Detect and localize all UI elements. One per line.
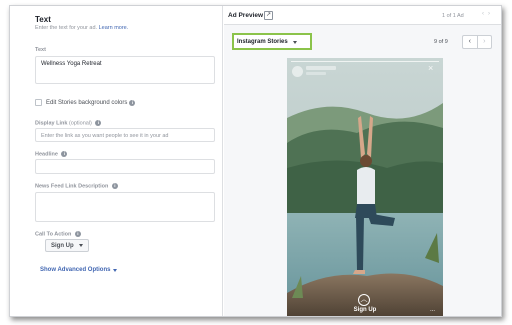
info-icon: i bbox=[61, 151, 68, 157]
news-feed-description-label: News Feed Link Description i bbox=[35, 183, 118, 189]
chevron-up-icon[interactable]: ︿ bbox=[358, 294, 370, 306]
ad-editor-window: Text Enter the text for your ad. Learn m… bbox=[9, 5, 502, 317]
placement-pager: ‹ › bbox=[462, 35, 492, 49]
text-field[interactable]: Wellness Yoga Retreat bbox=[35, 56, 215, 84]
info-icon: i bbox=[129, 99, 136, 106]
info-icon: i bbox=[74, 231, 81, 237]
edit-stories-colors-option[interactable]: Edit Stories background colors i bbox=[35, 99, 136, 106]
edit-stories-checkbox[interactable] bbox=[35, 99, 42, 106]
placement-count: 9 of 9 bbox=[434, 39, 448, 45]
display-link-input[interactable]: Enter the link as you want people to see… bbox=[35, 128, 215, 142]
cta-select[interactable]: Sign Up bbox=[45, 239, 89, 252]
avatar bbox=[292, 66, 303, 77]
story-progress-bar bbox=[291, 61, 439, 62]
ad-nav-arrows[interactable]: ‹› bbox=[482, 11, 494, 17]
story-preview: × ︿ Sign Up ... bbox=[287, 58, 443, 316]
news-feed-description-input[interactable] bbox=[35, 192, 215, 222]
section-title: Text bbox=[35, 15, 51, 24]
text-label: Text bbox=[35, 47, 46, 53]
external-link-icon[interactable]: ↗ bbox=[264, 11, 273, 20]
caret-down-icon bbox=[78, 244, 83, 247]
headline-label: Headline i bbox=[35, 151, 68, 157]
ad-count: 1 of 1 Ad bbox=[442, 13, 464, 19]
story-account-name bbox=[306, 66, 336, 70]
placement-dropdown[interactable]: Instagram Stories bbox=[237, 37, 297, 47]
chevron-left-icon[interactable]: ‹ bbox=[463, 36, 477, 48]
info-icon: i bbox=[95, 120, 102, 126]
ad-preview-panel: Ad Preview ↗ 1 of 1 Ad ‹› Instagram Stor… bbox=[224, 6, 501, 316]
placement-dropdown-highlight: Instagram Stories bbox=[232, 33, 312, 50]
learn-more-link[interactable]: Learn more. bbox=[99, 25, 129, 31]
story-sponsored-label bbox=[306, 72, 326, 75]
display-link-label: Display Link (optional) i bbox=[35, 120, 102, 126]
preview-title: Ad Preview bbox=[228, 12, 264, 19]
info-icon: i bbox=[111, 183, 118, 189]
more-options-icon[interactable]: ... bbox=[430, 307, 435, 313]
section-subtitle: Enter the text for your ad. Learn more. bbox=[35, 25, 129, 31]
caret-down-icon bbox=[292, 40, 297, 44]
cta-label: Call To Action i bbox=[35, 231, 81, 237]
preview-header: Ad Preview ↗ 1 of 1 Ad ‹› bbox=[224, 6, 501, 25]
chevron-right-icon[interactable]: › bbox=[476, 36, 492, 48]
caret-down-icon bbox=[113, 268, 118, 272]
text-settings-panel: Text Enter the text for your ad. Learn m… bbox=[10, 6, 223, 316]
edit-stories-label: Edit Stories background colors bbox=[46, 99, 128, 106]
yoga-photo bbox=[287, 58, 443, 316]
headline-input[interactable] bbox=[35, 159, 215, 174]
show-advanced-options-link[interactable]: Show Advanced Options bbox=[40, 267, 118, 273]
story-cta-label[interactable]: Sign Up bbox=[287, 307, 443, 313]
close-icon[interactable]: × bbox=[428, 63, 433, 73]
